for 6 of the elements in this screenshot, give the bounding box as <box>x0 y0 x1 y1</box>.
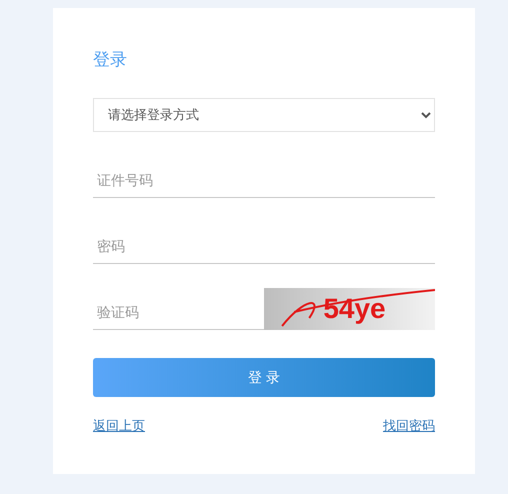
back-link[interactable]: 返回上页 <box>93 417 145 435</box>
login-title: 登录 <box>93 49 128 71</box>
forgot-password-link[interactable]: 找回密码 <box>383 417 435 435</box>
login-method-select[interactable]: 请选择登录方式 <box>93 98 435 132</box>
login-button[interactable]: 登 录 <box>93 358 435 397</box>
captcha-image[interactable]: 54ye <box>264 288 435 330</box>
